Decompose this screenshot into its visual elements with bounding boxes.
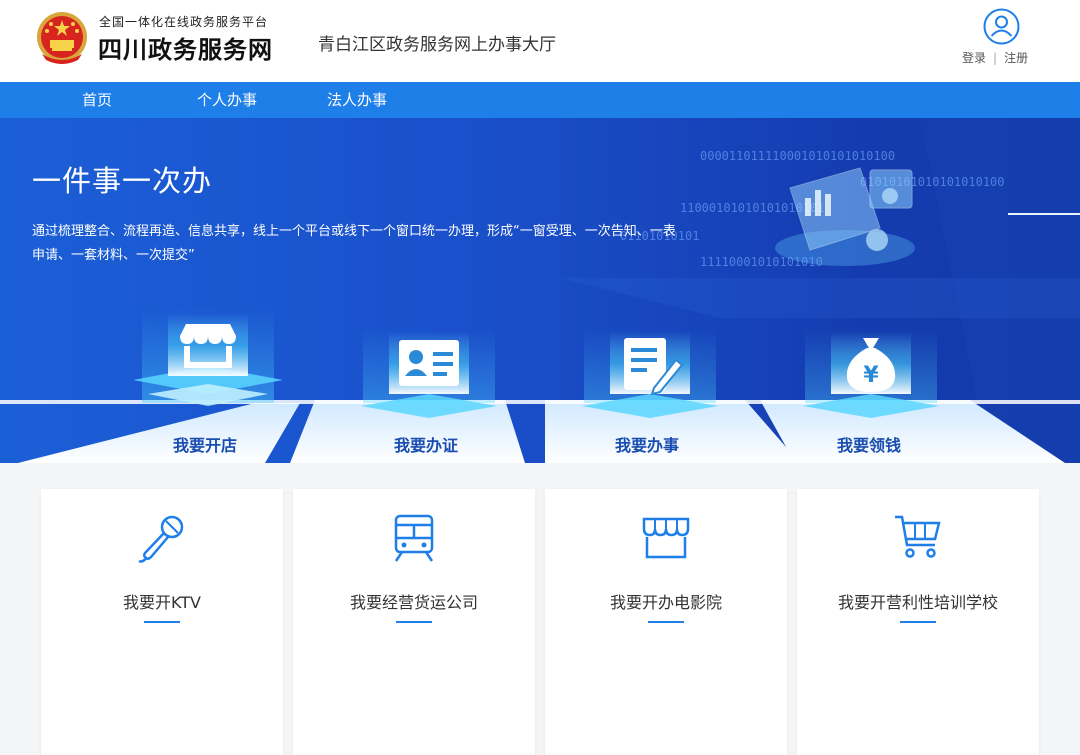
tech-device-illustration — [775, 167, 915, 266]
binary-line-1: 000011011110001010101010100 — [700, 149, 895, 163]
pedestal-shop — [133, 308, 283, 406]
register-link[interactable]: 注册 — [1004, 51, 1028, 65]
card-label: 我要开办电影院 — [609, 593, 722, 612]
auth-separator: | — [993, 51, 998, 65]
login-link[interactable]: 登录 — [962, 51, 986, 65]
category-get-money[interactable]: 我要领钱 — [837, 432, 901, 456]
category-open-shop[interactable]: 我要开店 — [173, 432, 237, 456]
category-handle-affairs[interactable]: 我要办事 — [615, 432, 679, 456]
banner-title: 一件事一次办 — [32, 164, 213, 198]
nav-item-home[interactable]: 首页 — [82, 82, 112, 118]
nav-item-personal[interactable]: 个人办事 — [197, 82, 257, 118]
service-card-ktv[interactable]: 我要开KTV — [41, 489, 283, 755]
category-get-certificate[interactable]: 我要办证 — [394, 432, 458, 456]
card-label: 我要开营利性培训学校 — [837, 593, 998, 612]
national-emblem-icon — [37, 12, 87, 64]
id-card-icon — [399, 340, 459, 386]
cart-icon — [895, 515, 941, 558]
user-avatar-icon[interactable] — [983, 8, 1020, 45]
train-icon — [394, 514, 434, 562]
storefront-icon — [642, 517, 690, 559]
service-card-training-school[interactable]: 我要开营利性培训学校 — [797, 489, 1039, 755]
nav-item-legal-person[interactable]: 法人办事 — [327, 82, 387, 118]
microphone-icon — [138, 515, 184, 563]
pedestal-id-card — [361, 328, 497, 418]
auth-links: 登录 | 注册 — [962, 49, 1028, 66]
hero-banner: 000011011110001010101010100 010101010101… — [0, 118, 1080, 463]
card-underline — [144, 621, 180, 623]
card-underline — [648, 621, 684, 623]
card-label: 我要开KTV — [123, 593, 201, 612]
service-card-cinema[interactable]: 我要开办电影院 — [545, 489, 787, 755]
card-underline — [900, 621, 936, 623]
card-underline — [396, 621, 432, 623]
hall-title: 青白江区政务服务网上办事大厅 — [318, 35, 556, 55]
main-nav: 首页 个人办事 法人办事 — [0, 82, 1080, 118]
card-label: 我要经营货运公司 — [349, 593, 478, 612]
platform-name: 全国一体化在线政务服务平台 — [99, 15, 269, 29]
pedestal-form — [582, 328, 718, 418]
site-name[interactable]: 四川政务服务网 — [98, 30, 273, 65]
pedestal-money: ¥ — [803, 328, 939, 418]
service-card-freight[interactable]: 我要经营货运公司 — [293, 489, 535, 755]
site-header: 全国一体化在线政务服务平台 四川政务服务网 青白江区政务服务网上办事大厅 登录 |… — [0, 0, 1080, 82]
banner-description: 通过梳理整合、流程再造、信息共享，线上一个平台或线下一个窗口统一办理，形成“一窗… — [32, 224, 676, 263]
svg-text:¥: ¥ — [863, 363, 879, 388]
